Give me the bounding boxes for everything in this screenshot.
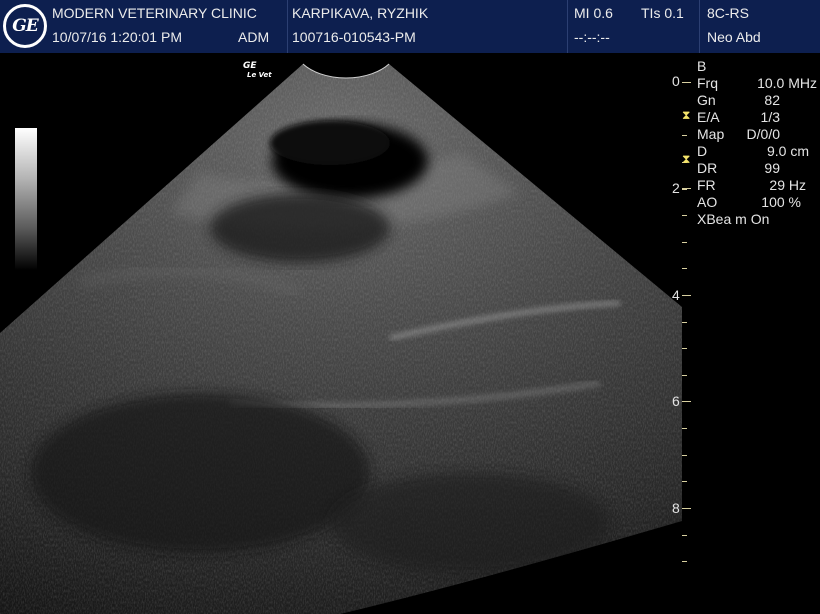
ge-logo-text: GE — [12, 16, 39, 36]
depth-tick — [682, 348, 687, 349]
param-ao-label: AO — [697, 194, 718, 210]
depth-tick — [682, 481, 687, 482]
depth-label-8: 8 — [672, 500, 680, 516]
depth-tick — [682, 401, 691, 402]
param-frq-value: 10.0 MHz — [757, 75, 817, 91]
ultrasound-display: GE Le Vet 0 2 4 6 8 ⧗ ⧗ B Frq 10.0 MHz G… — [0, 53, 820, 614]
focus-marker-icon: ⧗ — [682, 108, 691, 122]
exam-datetime: 10/07/16 1:20:01 PM — [52, 29, 182, 45]
depth-tick — [682, 455, 687, 456]
depth-label-2: 2 — [672, 180, 680, 196]
brand-line-2: Le Vet — [247, 71, 272, 79]
depth-label-0: 0 — [672, 73, 680, 89]
depth-tick — [682, 322, 687, 323]
param-map-value: D/0/0 — [746, 126, 780, 142]
param-gn-label: Gn — [697, 92, 716, 108]
param-fr-value: 29 Hz — [769, 177, 806, 193]
header-divider — [567, 0, 568, 53]
param-dr-value: 99 — [764, 160, 780, 176]
param-gn-value: 82 — [764, 92, 780, 108]
depth-tick — [682, 188, 691, 189]
depth-tick — [682, 268, 687, 269]
ge-logo: GE — [3, 4, 47, 48]
depth-tick — [682, 535, 687, 536]
param-frq-label: Frq — [697, 75, 718, 91]
clinic-name: MODERN VETERINARY CLINIC — [52, 5, 257, 21]
depth-tick — [682, 82, 691, 83]
depth-tick — [682, 561, 687, 562]
operator: ADM — [238, 29, 270, 45]
exam-id: 100716-010543-PM — [292, 29, 416, 45]
param-xbeam-label: XBea m On — [697, 211, 770, 227]
depth-tick — [682, 242, 687, 243]
depth-tick — [682, 189, 687, 190]
depth-tick — [682, 375, 687, 376]
param-depth-label: D — [697, 143, 708, 159]
probe-type: 8C-RS — [707, 5, 750, 21]
header-divider — [699, 0, 700, 53]
depth-tick — [682, 508, 691, 509]
status-header: GE MODERN VETERINARY CLINIC 10/07/16 1:2… — [0, 0, 820, 53]
patient-name: KARPIKAVA, RYZHIK — [292, 5, 429, 21]
depth-label-4: 4 — [672, 287, 680, 303]
depth-tick — [682, 215, 687, 216]
focus-marker-icon: ⧗ — [682, 152, 691, 166]
thermal-index: TIs 0.1 — [641, 5, 684, 21]
mechanical-index: MI 0.6 — [574, 5, 613, 21]
header-divider — [287, 0, 288, 53]
timer: --:--:-- — [574, 29, 610, 45]
param-ea-value: 1/3 — [760, 109, 780, 125]
param-ea-label: E/A — [697, 109, 720, 125]
param-mode-label: B — [697, 58, 707, 74]
param-dr-label: DR — [697, 160, 718, 176]
param-ao-value: 100 % — [761, 194, 801, 210]
depth-tick — [682, 295, 691, 296]
depth-tick — [682, 135, 687, 136]
brand-line-1: GE — [243, 61, 257, 71]
grayscale-bar — [15, 128, 37, 270]
depth-tick — [682, 428, 687, 429]
param-depth-value: 9.0 cm — [766, 143, 809, 159]
exam-preset: Neo Abd — [707, 29, 761, 45]
ge-le-vet-brand: GE Le Vet — [243, 62, 272, 80]
param-fr-label: FR — [697, 177, 716, 193]
depth-label-6: 6 — [672, 393, 680, 409]
param-map-label: Map — [697, 126, 725, 142]
